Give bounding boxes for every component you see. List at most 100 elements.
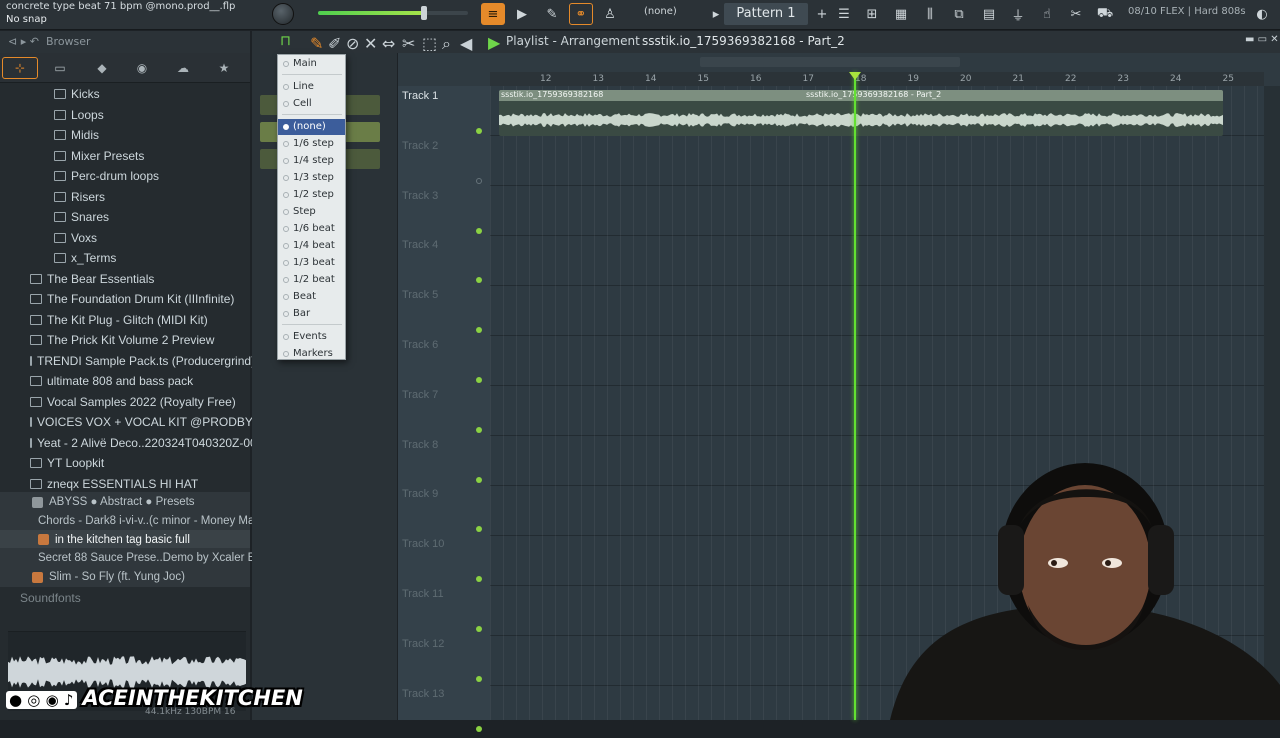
track-mute-led[interactable] [476, 177, 482, 184]
track-header[interactable]: Track 11 [400, 588, 488, 638]
playlist-icon[interactable]: ☰ [832, 3, 856, 25]
slip-tool-icon[interactable]: ⇔ [382, 34, 395, 53]
select-tool-icon[interactable]: ⬚ [422, 34, 437, 53]
browser-file[interactable]: in the kitchen tag basic full [0, 529, 250, 550]
track-header[interactable]: Track 8 [400, 439, 488, 489]
horizontal-scrollbar[interactable] [700, 57, 960, 67]
snap-option[interactable]: Main [278, 56, 345, 72]
track-mute-led[interactable] [476, 227, 482, 234]
track-header[interactable]: Track 2 [400, 140, 488, 190]
browser-folder[interactable]: Perc-drum loops [0, 166, 250, 186]
clip-header[interactable]: ssstik.io_1759369382168 ssstik.io_175936… [499, 90, 1223, 101]
browser-icon[interactable]: ▤ [977, 3, 1001, 25]
browser-arrows-icon[interactable]: ⊲ ▸ ↶ [8, 35, 39, 48]
cloud-tab-icon[interactable]: ☁ [165, 57, 201, 79]
browser-file[interactable]: ABYSS ● Abstract ● Presets [0, 492, 250, 512]
browser-folder[interactable]: ultimate 808 and bass pack [0, 371, 250, 391]
db-tab-icon[interactable]: ◉ [124, 57, 160, 79]
track-header[interactable]: Track 12 [400, 638, 488, 688]
mixer-icon[interactable]: ⫼ [918, 3, 942, 25]
snap-option[interactable]: Line [278, 79, 345, 95]
tools-icon[interactable]: ✂ [1064, 3, 1088, 25]
snap-option[interactable]: (none) [278, 119, 345, 135]
browser-folder[interactable]: The Bear Essentials [0, 269, 250, 289]
track-header[interactable]: Track 5 [400, 289, 488, 339]
browser-folder[interactable]: x_Terms [0, 248, 250, 268]
track-header[interactable]: Track 13 [400, 688, 488, 738]
snap-option[interactable]: 1/4 beat [278, 238, 345, 254]
snap-option[interactable]: Cell [278, 96, 345, 112]
browser-folder[interactable]: Voxs [0, 228, 250, 248]
track-header[interactable]: Track 1 [400, 90, 488, 140]
news-icon[interactable]: ◐ [1250, 3, 1274, 25]
browser-folder[interactable]: Snares [0, 207, 250, 227]
track-header[interactable]: Track 9 [400, 488, 488, 538]
playback-tool-icon[interactable]: ◀ [460, 34, 472, 53]
browser-folder[interactable]: The Foundation Drum Kit (IIInfinite) [0, 289, 250, 309]
browser-folder[interactable]: zneqx ESSENTIALS HI HAT [0, 474, 250, 494]
browser-folder[interactable]: Vocal Samples 2022 (Royalty Free) [0, 392, 250, 412]
browser-folder[interactable]: YT Loopkit [0, 453, 250, 473]
master-volume-knob[interactable] [272, 3, 294, 25]
slice-tool-icon[interactable]: ✂ [402, 34, 415, 53]
snap-option[interactable]: 1/6 beat [278, 221, 345, 237]
soundfonts-folder[interactable]: Soundfonts [0, 588, 250, 608]
arrangement-play-icon[interactable]: ▶ [488, 33, 500, 52]
delete-tool-icon[interactable]: ⊘ [346, 34, 359, 53]
track-mute-led[interactable] [476, 426, 482, 433]
snap-option[interactable]: 1/2 step [278, 187, 345, 203]
track-header[interactable]: Track 10 [400, 538, 488, 588]
snap-option[interactable]: 1/4 step [278, 153, 345, 169]
track-mute-led[interactable] [476, 725, 482, 732]
shop-icon[interactable]: ⛟ [1093, 3, 1117, 25]
track-header[interactable]: Track 3 [400, 190, 488, 240]
plugin-icon[interactable]: ⏚ [1006, 3, 1030, 25]
star-tab-icon[interactable]: ★ [206, 57, 242, 79]
all-tab-icon[interactable]: ⊹ [2, 57, 38, 79]
browser-folder[interactable]: The Kit Plug - Glitch (MIDI Kit) [0, 310, 250, 330]
browser-folder[interactable]: Kicks [0, 84, 250, 104]
playhead-marker[interactable] [849, 72, 861, 80]
snap-selector[interactable]: (none) [644, 6, 677, 17]
track-mute-led[interactable] [476, 476, 482, 483]
plugin-tab-icon[interactable]: ◆ [84, 57, 120, 79]
snap-option[interactable]: Step [278, 204, 345, 220]
pencil-tool-icon[interactable]: ✎ [310, 34, 323, 53]
add-pattern-button[interactable]: + [810, 3, 834, 25]
track-mute-led[interactable] [476, 377, 482, 383]
snap-option[interactable]: Markers [278, 346, 345, 362]
snap-option[interactable]: 1/3 step [278, 170, 345, 186]
browser-folder[interactable]: The Prick Kit Volume 2 Preview [0, 330, 250, 350]
track-header[interactable]: Track 4 [400, 239, 488, 289]
touch-icon[interactable]: ☝ [1035, 3, 1059, 25]
track-mute-led[interactable] [476, 626, 482, 632]
paint-tool-icon[interactable]: ✐ [328, 34, 341, 53]
zoom-tool-icon[interactable]: ⌕ [442, 34, 451, 54]
master-pitch-slider[interactable] [318, 6, 468, 20]
browser-folder[interactable]: Loops [0, 105, 250, 125]
browser-folder[interactable]: Midis [0, 125, 250, 145]
time-ruler[interactable]: 12 13 14 15 16 17 18 19 20 21 22 23 24 25 [490, 72, 1264, 86]
browser-folder[interactable]: Mixer Presets [0, 146, 250, 166]
snap-option[interactable]: Bar [278, 306, 345, 322]
track-header[interactable]: Track 7 [400, 389, 488, 439]
audio-clip[interactable]: ssstik.io_1759369382168 ssstik.io_175936… [499, 90, 1223, 136]
play-button[interactable]: ▶ [510, 3, 534, 25]
snap-option[interactable]: 1/6 step [278, 136, 345, 152]
metronome-icon[interactable]: ♙ [598, 3, 622, 25]
plugin-picker-icon[interactable]: ⧉ [947, 3, 971, 25]
window-controls-icon[interactable]: ▬ ▭ ✕ [1245, 34, 1279, 45]
slider-handle[interactable] [421, 6, 427, 20]
link-icon[interactable]: ⚭ [569, 3, 593, 25]
snap-option[interactable]: Beat [278, 289, 345, 305]
snap-option[interactable]: 1/2 beat [278, 272, 345, 288]
playlist-pattern-name[interactable]: ssstik.io_1759369382168 - Part_2 [642, 34, 845, 48]
browser-folder[interactable]: TRENDI Sample Pack.ts (Producergrind) [0, 351, 255, 371]
browser-folder[interactable]: VOICES VOX + VOCAL KIT @PRODBYLJS [0, 412, 274, 432]
channel-rack-icon[interactable]: ▦ [889, 3, 913, 25]
piano-roll-icon[interactable]: ⊞ [860, 3, 884, 25]
snap-option[interactable]: 1/3 beat [278, 255, 345, 271]
browser-folder[interactable]: Yeat - 2 Alivë Deco..220324T040320Z-001 [0, 433, 263, 453]
browser-file[interactable]: Secret 88 Sauce Prese..Demo by Xcaler Be… [0, 548, 277, 569]
magnet-snap-icon[interactable]: ⊓ [280, 33, 291, 49]
